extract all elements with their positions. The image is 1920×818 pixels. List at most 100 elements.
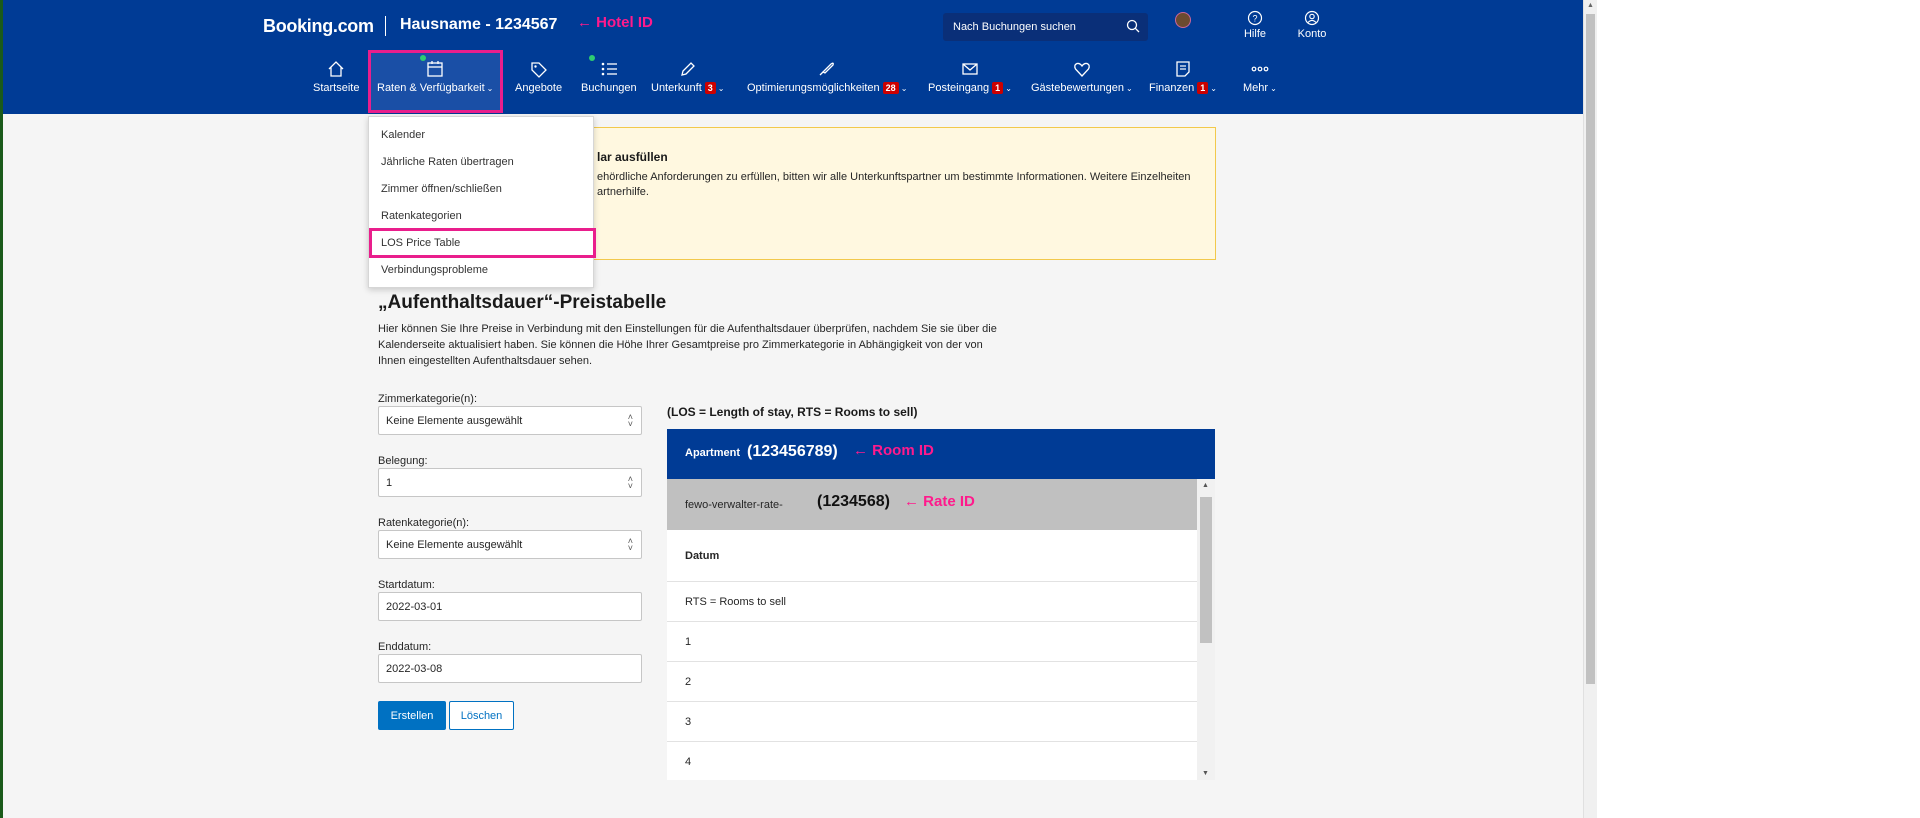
nav-posteingang[interactable]: Posteingang 1 ⌄	[928, 60, 1012, 94]
account-label: Konto	[1297, 28, 1327, 40]
scroll-up-icon[interactable]: ▲	[1587, 2, 1594, 9]
table-row: Datum	[667, 530, 1197, 582]
table-row: 3	[667, 702, 1197, 742]
nav-angebote[interactable]: Angebote	[515, 60, 562, 94]
los-value: 1	[685, 636, 692, 648]
page-description: Hier können Sie Ihre Preise in Verbindun…	[378, 323, 997, 367]
nav-label: Finanzen	[1149, 82, 1195, 94]
nav-badge: 3	[704, 82, 716, 94]
notification-dot	[589, 55, 595, 61]
chevron-down-icon: ⌄	[1005, 84, 1012, 93]
home-icon	[328, 61, 344, 77]
chevron-down-icon: ⌄	[900, 84, 908, 93]
room-category-label: Zimmerkategorie(n):	[378, 393, 478, 405]
hotel-id-annotation: ← Hotel ID	[577, 14, 653, 31]
table-row: 2	[667, 662, 1197, 702]
menu-item-jaehrliche-raten[interactable]: Jährliche Raten übertragen	[381, 156, 514, 168]
los-value: 3	[685, 716, 692, 728]
heart-icon	[1073, 62, 1090, 77]
nav-optimierungsmoeglichkeiten[interactable]: Optimierungsmöglichkeiten 28 ⌄	[747, 60, 907, 94]
menu-item-kalender[interactable]: Kalender	[381, 129, 425, 141]
rate-category-value: Keine Elemente ausgewählt	[386, 539, 523, 551]
scroll-up-icon[interactable]: ▲	[1202, 482, 1209, 489]
nav-label: Gästebewertungen	[1031, 82, 1124, 94]
delete-button[interactable]: Löschen	[449, 701, 514, 730]
menu-item-zimmer-oeffnen[interactable]: Zimmer öffnen/schließen	[381, 183, 502, 195]
nav-unterkunft[interactable]: Unterkunft 3 ⌄	[651, 60, 724, 94]
app-viewport: Booking.com Hausname - 1234567 ? Hilfe K…	[3, 0, 1586, 818]
nav-label: Posteingang	[928, 82, 990, 94]
rate-id: (1234568)	[817, 493, 890, 510]
menu-item-ratenkategorien[interactable]: Ratenkategorien	[381, 210, 462, 222]
end-date-label: Enddatum:	[378, 641, 432, 653]
end-date-field[interactable]	[378, 654, 642, 683]
booking-search[interactable]	[943, 13, 1148, 41]
pencil-icon	[680, 62, 695, 76]
nav-mehr[interactable]: Mehr ⌄	[1243, 60, 1277, 94]
hotel-name: Hausname - 1234567	[400, 16, 558, 33]
mail-icon	[962, 63, 978, 75]
menu-item-verbindungsprobleme[interactable]: Verbindungsprobleme	[381, 264, 488, 276]
search-icon[interactable]	[1126, 19, 1140, 33]
alert-line: ehördliche Anforderungen zu erfüllen, bi…	[597, 171, 1191, 183]
chevron-down-icon: ⌄	[1210, 84, 1217, 93]
table-scrollbar[interactable]: ▲ ▼	[1197, 479, 1215, 780]
nav-startseite[interactable]: Startseite	[313, 60, 359, 94]
scroll-down-icon[interactable]: ▼	[1202, 770, 1209, 777]
help-link[interactable]: ? Hilfe	[1233, 10, 1277, 40]
table-row: 4	[667, 742, 1197, 780]
nav-label: Angebote	[515, 82, 563, 94]
alert-title: lar ausfüllen	[597, 150, 668, 164]
date-header: Datum	[685, 550, 720, 562]
table-row: 1	[667, 622, 1197, 662]
room-id: (123456789)	[747, 443, 838, 460]
account-link[interactable]: Konto	[1290, 10, 1334, 40]
room-id-annotation: ← Room ID	[853, 442, 934, 459]
table-row: RTS = Rooms to sell	[667, 582, 1197, 622]
calendar-icon	[427, 61, 443, 77]
room-category-value: Keine Elemente ausgewählt	[386, 415, 523, 427]
rate-category-select[interactable]: Keine Elemente ausgewählt ˄ ˅	[378, 530, 642, 559]
room-category-select[interactable]: Keine Elemente ausgewählt ˄ ˅	[378, 406, 642, 435]
create-button[interactable]: Erstellen	[378, 701, 446, 730]
room-header: Apartment (123456789)	[667, 429, 1215, 479]
nav-finanzen[interactable]: Finanzen 1 ⌄	[1149, 60, 1217, 94]
nav-label: Unterkunft	[651, 82, 702, 94]
chevron-down-icon: ⌄	[1270, 84, 1277, 93]
alert-line[interactable]: artnerhilfe.	[597, 185, 1197, 200]
start-date-field[interactable]	[378, 592, 642, 621]
chevron-down-icon: ⌄	[486, 84, 494, 93]
nav-label: Mehr	[1243, 82, 1269, 94]
scroll-thumb[interactable]	[1200, 497, 1212, 643]
scroll-thumb[interactable]	[1586, 14, 1595, 684]
rates-dropdown-menu: Kalender Jährliche Raten übertragen Zimm…	[368, 116, 596, 288]
rate-category-label: Ratenkategorie(n):	[378, 517, 470, 529]
room-name: Apartment	[685, 447, 741, 459]
page-scrollbar[interactable]: ▲	[1583, 0, 1597, 818]
nav-label: Buchungen	[581, 82, 637, 94]
more-icon	[1251, 66, 1269, 72]
booking-search-input[interactable]	[953, 19, 1113, 35]
nav-buchungen[interactable]: Buchungen	[581, 55, 637, 94]
alert-text: ehördliche Anforderungen zu erfüllen, bi…	[597, 170, 1197, 200]
select-arrows-icon: ˄ ˅	[627, 412, 633, 429]
nav-badge: 1	[1197, 82, 1209, 94]
avatar[interactable]	[1175, 12, 1191, 28]
svg-text:?: ?	[1252, 14, 1257, 24]
menu-highlight	[369, 228, 596, 258]
help-icon: ?	[1247, 10, 1263, 26]
nav-label: Optimierungsmöglichkeiten	[747, 82, 880, 94]
rocket-icon	[819, 62, 835, 76]
rts-label: RTS = Rooms to sell	[685, 596, 786, 608]
list-icon	[601, 62, 617, 76]
brand-logo[interactable]: Booking.com	[263, 16, 374, 37]
table-legend: (LOS = Length of stay, RTS = Rooms to se…	[667, 405, 918, 419]
rate-id-annotation: ← Rate ID	[904, 493, 975, 510]
start-date-label: Startdatum:	[378, 579, 435, 591]
nav-gaestebewertungen[interactable]: Gästebewertungen ⌄	[1031, 60, 1133, 94]
nav-raten-verfuegbarkeit[interactable]: Raten & Verfügbarkeit ⌄	[377, 55, 494, 94]
occupancy-select[interactable]: 1 ˄ ˅	[378, 468, 642, 497]
occupancy-label: Belegung:	[378, 455, 428, 467]
rate-name: fewo-verwalter-rate-	[685, 499, 783, 511]
los-value: 4	[685, 756, 692, 768]
